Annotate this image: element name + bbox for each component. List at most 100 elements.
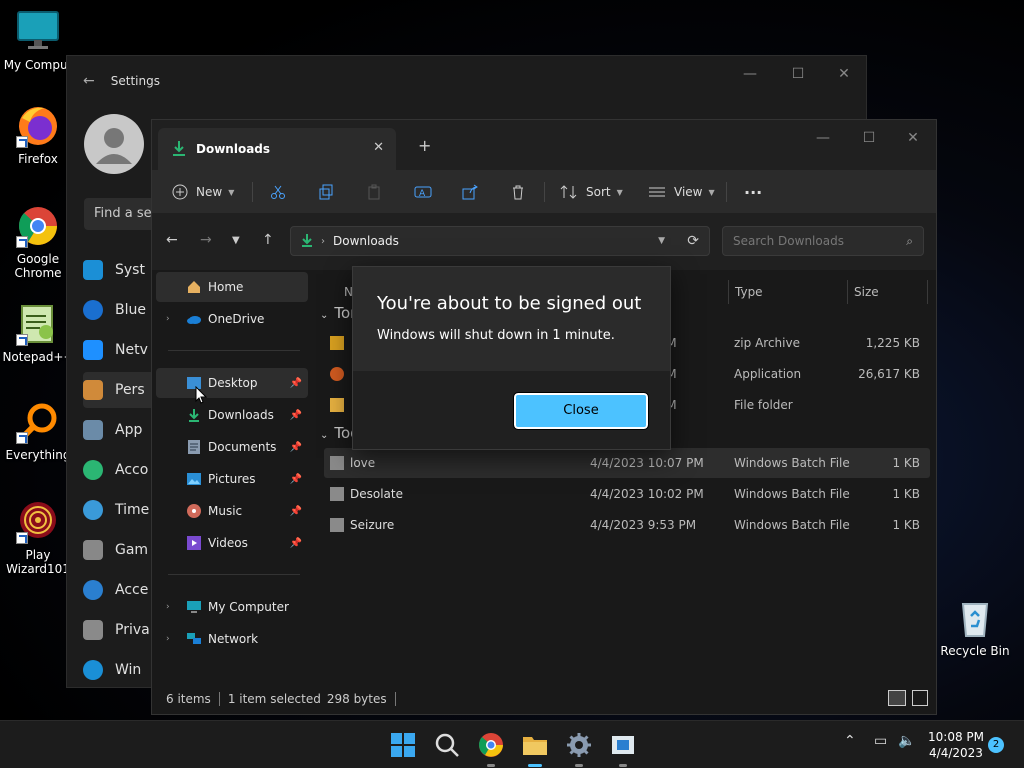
- pin-icon[interactable]: 📌: [290, 410, 302, 421]
- desktop-icon-my-computer[interactable]: My Comput: [0, 10, 76, 72]
- accounts-icon: [83, 460, 103, 480]
- more-options-button[interactable]: ···: [744, 180, 762, 204]
- group-header[interactable]: ⌄ Tor: [320, 304, 356, 322]
- back-arrow-icon[interactable]: ←: [166, 232, 178, 248]
- tiles-view-icon[interactable]: [912, 690, 928, 706]
- start-button[interactable]: [389, 731, 417, 759]
- table-row[interactable]: Seizure 4/4/2023 9:53 PM Windows Batch F…: [324, 510, 930, 540]
- videos-icon: [186, 535, 202, 551]
- desktop-icon-notepadpp[interactable]: Notepad++: [0, 302, 76, 364]
- column-header-size[interactable]: Size: [848, 280, 928, 304]
- settings-title: Settings: [110, 74, 160, 88]
- maximize-button[interactable]: ☐: [846, 128, 892, 148]
- divider: [726, 182, 727, 202]
- back-arrow-icon[interactable]: ←: [83, 73, 95, 89]
- tab-strip: Downloads ✕ + — ☐ ✕: [152, 120, 936, 170]
- sidebar-item-documents[interactable]: Documents 📌: [156, 432, 308, 462]
- sidebar-item-network[interactable]: › Network: [156, 624, 308, 654]
- close-window-button[interactable]: ✕: [821, 64, 867, 84]
- sidebar-item-home[interactable]: Home: [156, 272, 308, 302]
- copy-button[interactable]: [318, 180, 342, 204]
- batch-file-icon: [330, 518, 344, 532]
- table-row[interactable]: love 4/4/2023 10:07 PM Windows Batch Fil…: [324, 448, 930, 478]
- new-button[interactable]: New ▼: [172, 180, 234, 204]
- trash-icon: [513, 185, 523, 200]
- view-button[interactable]: View ▼: [648, 180, 715, 204]
- desktop-icon-label: Play Wizard101: [6, 548, 70, 576]
- chevron-down-icon: ▼: [616, 187, 623, 197]
- app-taskbar-button[interactable]: [609, 731, 637, 767]
- notification-badge[interactable]: 2: [988, 737, 1004, 753]
- download-arrow-icon: [301, 233, 313, 250]
- desktop-icon-everything[interactable]: Everything: [0, 400, 76, 462]
- desktop-icon-wizard101[interactable]: Play Wizard101: [0, 500, 76, 576]
- chevron-right-icon[interactable]: ›: [166, 602, 170, 612]
- dialog-message: Windows will shut down in 1 minute.: [377, 328, 615, 343]
- sort-button[interactable]: Sort ▼: [560, 180, 623, 204]
- time-icon: [83, 500, 103, 520]
- address-row: ← → ▼ ↑ › Downloads ▼ ⟳ Search Downloads…: [152, 214, 936, 270]
- update-icon: [83, 660, 103, 680]
- recent-chevron-icon[interactable]: ▼: [232, 235, 240, 246]
- delete-button[interactable]: [510, 180, 534, 204]
- column-header-type[interactable]: Type: [728, 280, 848, 304]
- network-tray-icon[interactable]: ▭: [874, 733, 887, 749]
- chevron-down-icon: ▼: [228, 187, 235, 197]
- sidebar-item-music[interactable]: Music 📌: [156, 496, 308, 526]
- sidebar-item-onedrive[interactable]: › OneDrive: [156, 304, 308, 334]
- cut-button[interactable]: [270, 180, 294, 204]
- search-icon: [435, 733, 459, 757]
- rename-button[interactable]: A: [414, 180, 440, 204]
- clock[interactable]: 10:08 PM 4/4/2023: [926, 729, 986, 761]
- sidebar-item-downloads[interactable]: Downloads 📌: [156, 400, 308, 430]
- paste-button[interactable]: [366, 180, 390, 204]
- close-button[interactable]: Close: [513, 392, 649, 430]
- desktop-icon-firefox[interactable]: Firefox: [0, 104, 76, 166]
- desktop-icon-label: Google Chrome: [14, 252, 62, 280]
- chevron-right-icon[interactable]: ›: [166, 314, 170, 324]
- pin-icon[interactable]: 📌: [290, 474, 302, 485]
- breadcrumb[interactable]: Downloads: [333, 234, 399, 248]
- sidebar-item-videos[interactable]: Videos 📌: [156, 528, 308, 558]
- close-tab-icon[interactable]: ✕: [373, 140, 384, 155]
- address-bar[interactable]: › Downloads ▼ ⟳: [290, 226, 710, 256]
- minimize-button[interactable]: —: [800, 128, 846, 148]
- search-taskbar-button[interactable]: [433, 731, 461, 759]
- sidebar-item-desktop[interactable]: Desktop 📌: [156, 368, 308, 398]
- tab-downloads[interactable]: Downloads ✕: [158, 128, 396, 170]
- forward-arrow-icon[interactable]: →: [200, 232, 212, 248]
- maximize-button[interactable]: ☐: [775, 64, 821, 84]
- chevron-right-icon[interactable]: ›: [166, 634, 170, 644]
- file-explorer-taskbar-button[interactable]: [521, 731, 549, 767]
- minimize-button[interactable]: —: [727, 64, 773, 84]
- running-indicator: [487, 764, 495, 767]
- settings-taskbar-button[interactable]: [565, 731, 593, 767]
- sidebar-item-my-computer[interactable]: › My Computer: [156, 592, 308, 622]
- volume-icon[interactable]: 🔈: [898, 733, 915, 749]
- search-input[interactable]: Search Downloads ⌕: [722, 226, 924, 256]
- dialog-footer: Close: [353, 371, 670, 449]
- pin-icon[interactable]: 📌: [290, 506, 302, 517]
- close-window-button[interactable]: ✕: [890, 128, 936, 148]
- bluetooth-icon: [83, 300, 103, 320]
- desktop-icon-recycle-bin[interactable]: Recycle Bin: [937, 596, 1013, 658]
- music-icon: [186, 503, 202, 519]
- chevron-up-icon[interactable]: ⌃: [844, 733, 856, 749]
- chrome-taskbar-button[interactable]: [477, 731, 505, 767]
- up-arrow-icon[interactable]: ↑: [262, 232, 274, 248]
- address-dropdown-icon[interactable]: ▼: [658, 236, 665, 246]
- share-button[interactable]: [462, 180, 486, 204]
- shortcut-icon: [16, 334, 28, 346]
- dialog-title: You're about to be signed out: [377, 293, 642, 314]
- pin-icon[interactable]: 📌: [290, 378, 302, 389]
- pin-icon[interactable]: 📌: [290, 442, 302, 453]
- details-view-icon[interactable]: [888, 690, 906, 706]
- new-tab-button[interactable]: +: [418, 136, 431, 155]
- avatar[interactable]: [84, 114, 144, 174]
- pin-icon[interactable]: 📌: [290, 538, 302, 549]
- refresh-icon[interactable]: ⟳: [687, 233, 699, 249]
- sidebar-item-pictures[interactable]: Pictures 📌: [156, 464, 308, 494]
- desktop-icon-chrome[interactable]: Google Chrome: [0, 204, 76, 280]
- table-row[interactable]: Desolate 4/4/2023 10:02 PM Windows Batch…: [324, 479, 930, 509]
- desktop-icon-label: Recycle Bin: [940, 644, 1010, 658]
